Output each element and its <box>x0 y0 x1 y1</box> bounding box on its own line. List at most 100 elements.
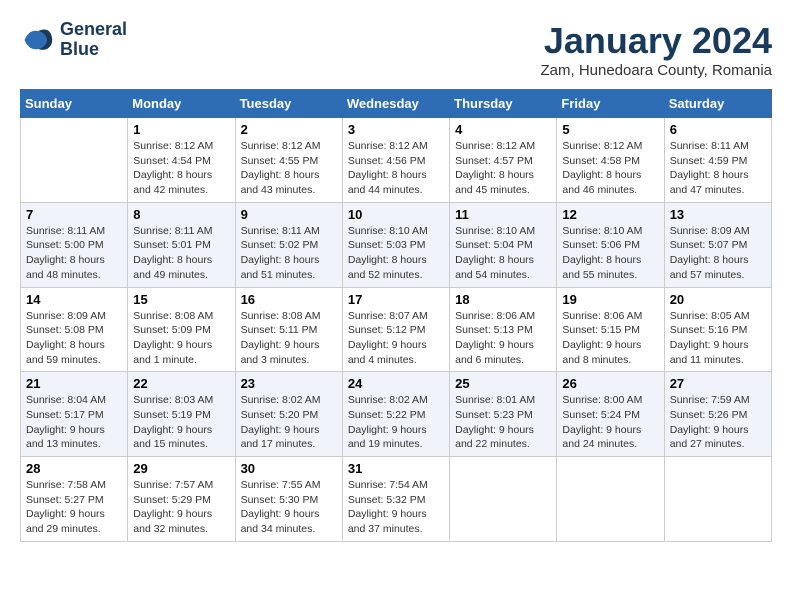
day-info: Sunrise: 8:12 AMSunset: 4:56 PMDaylight:… <box>348 139 444 198</box>
page-header: General Blue January 2024 Zam, Hunedoara… <box>20 20 772 79</box>
calendar-cell: 14Sunrise: 8:09 AMSunset: 5:08 PMDayligh… <box>21 287 128 372</box>
calendar-cell <box>450 457 557 542</box>
calendar-cell: 11 Sunrise: 8:10 AMSunset: 5:04 PMDayligh… <box>450 202 557 287</box>
calendar-cell: 26 Sunrise: 8:00 AMSunset: 5:24 PMDayligh… <box>557 372 664 457</box>
calendar-cell: 19 Sunrise: 8:06 AMSunset: 5:15 PMDayligh… <box>557 287 664 372</box>
calendar-cell: 10Sunrise: 8:10 AMSunset: 5:03 PMDayligh… <box>342 202 449 287</box>
logo: General Blue <box>20 20 127 60</box>
calendar-cell: 31 Sunrise: 7:54 AMSunset: 5:32 PMDayligh… <box>342 457 449 542</box>
day-info: Sunrise: 8:08 AMSunset: 5:11 PMDaylight:… <box>241 309 337 368</box>
day-number: 19 <box>562 292 658 307</box>
logo-text-block: General Blue <box>60 20 127 60</box>
day-info: Sunrise: 8:12 AMSunset: 4:55 PMDaylight:… <box>241 139 337 198</box>
day-number: 11 <box>455 207 551 222</box>
weekday-header-sunday: Sunday <box>21 90 128 118</box>
calendar-cell: 2 Sunrise: 8:12 AMSunset: 4:55 PMDaylight… <box>235 118 342 203</box>
day-number: 20 <box>670 292 766 307</box>
day-info: Sunrise: 8:01 AMSunset: 5:23 PMDaylight:… <box>455 393 551 452</box>
calendar-cell: 12 Sunrise: 8:10 AMSunset: 5:06 PMDayligh… <box>557 202 664 287</box>
calendar-cell: 18Sunrise: 8:06 AMSunset: 5:13 PMDayligh… <box>450 287 557 372</box>
calendar-cell: 7Sunrise: 8:11 AMSunset: 5:00 PMDaylight… <box>21 202 128 287</box>
day-info: Sunrise: 7:54 AMSunset: 5:32 PMDaylight:… <box>348 478 444 537</box>
day-number: 6 <box>670 122 766 137</box>
weekday-header-thursday: Thursday <box>450 90 557 118</box>
day-info: Sunrise: 8:02 AMSunset: 5:20 PMDaylight:… <box>241 393 337 452</box>
calendar-cell <box>664 457 771 542</box>
day-info: Sunrise: 8:04 AMSunset: 5:17 PMDaylight:… <box>26 393 122 452</box>
day-info: Sunrise: 7:58 AMSunset: 5:27 PMDaylight:… <box>26 478 122 537</box>
day-info: Sunrise: 7:59 AMSunset: 5:26 PMDaylight:… <box>670 393 766 452</box>
calendar-cell: 1Sunrise: 8:12 AMSunset: 4:54 PMDaylight… <box>128 118 235 203</box>
day-info: Sunrise: 8:11 AMSunset: 5:02 PMDaylight:… <box>241 224 337 283</box>
day-info: Sunrise: 8:05 AMSunset: 5:16 PMDaylight:… <box>670 309 766 368</box>
day-number: 3 <box>348 122 444 137</box>
day-info: Sunrise: 8:08 AMSunset: 5:09 PMDaylight:… <box>133 309 229 368</box>
calendar-cell: 8 Sunrise: 8:11 AMSunset: 5:01 PMDaylight… <box>128 202 235 287</box>
calendar-cell: 6Sunrise: 8:11 AMSunset: 4:59 PMDaylight… <box>664 118 771 203</box>
day-number: 4 <box>455 122 551 137</box>
subtitle: Zam, Hunedoara County, Romania <box>540 62 772 79</box>
day-number: 15 <box>133 292 229 307</box>
logo-line2: Blue <box>60 40 127 60</box>
calendar-cell: 3 Sunrise: 8:12 AMSunset: 4:56 PMDaylight… <box>342 118 449 203</box>
calendar-cell: 27 Sunrise: 7:59 AMSunset: 5:26 PMDayligh… <box>664 372 771 457</box>
day-info: Sunrise: 8:12 AMSunset: 4:57 PMDaylight:… <box>455 139 551 198</box>
calendar-cell: 20 Sunrise: 8:05 AMSunset: 5:16 PMDayligh… <box>664 287 771 372</box>
day-number: 10 <box>348 207 444 222</box>
day-number: 24 <box>348 376 444 391</box>
title-block: January 2024 Zam, Hunedoara County, Roma… <box>540 20 772 79</box>
day-number: 16 <box>241 292 337 307</box>
calendar-cell: 21Sunrise: 8:04 AMSunset: 5:17 PMDayligh… <box>21 372 128 457</box>
calendar-cell: 28 Sunrise: 7:58 AMSunset: 5:27 PMDayligh… <box>21 457 128 542</box>
day-number: 1 <box>133 122 229 137</box>
weekday-header-tuesday: Tuesday <box>235 90 342 118</box>
day-info: Sunrise: 8:10 AMSunset: 5:06 PMDaylight:… <box>562 224 658 283</box>
day-info: Sunrise: 8:03 AMSunset: 5:19 PMDaylight:… <box>133 393 229 452</box>
calendar-cell <box>21 118 128 203</box>
day-number: 12 <box>562 207 658 222</box>
day-number: 14 <box>26 292 122 307</box>
day-number: 8 <box>133 207 229 222</box>
calendar-cell: 30 Sunrise: 7:55 AMSunset: 5:30 PMDayligh… <box>235 457 342 542</box>
calendar-cell: 22Sunrise: 8:03 AMSunset: 5:19 PMDayligh… <box>128 372 235 457</box>
day-number: 5 <box>562 122 658 137</box>
day-info: Sunrise: 8:06 AMSunset: 5:13 PMDaylight:… <box>455 309 551 368</box>
logo-line1: General <box>60 20 127 40</box>
calendar-cell: 23Sunrise: 8:02 AMSunset: 5:20 PMDayligh… <box>235 372 342 457</box>
day-number: 30 <box>241 461 337 476</box>
day-info: Sunrise: 8:00 AMSunset: 5:24 PMDaylight:… <box>562 393 658 452</box>
day-number: 17 <box>348 292 444 307</box>
day-info: Sunrise: 8:09 AMSunset: 5:07 PMDaylight:… <box>670 224 766 283</box>
calendar-week-row: 7Sunrise: 8:11 AMSunset: 5:00 PMDaylight… <box>21 202 772 287</box>
day-number: 28 <box>26 461 122 476</box>
day-number: 27 <box>670 376 766 391</box>
weekday-header-monday: Monday <box>128 90 235 118</box>
calendar-week-row: 14Sunrise: 8:09 AMSunset: 5:08 PMDayligh… <box>21 287 772 372</box>
day-info: Sunrise: 8:11 AMSunset: 5:00 PMDaylight:… <box>26 224 122 283</box>
calendar-week-row: 21Sunrise: 8:04 AMSunset: 5:17 PMDayligh… <box>21 372 772 457</box>
day-info: Sunrise: 8:06 AMSunset: 5:15 PMDaylight:… <box>562 309 658 368</box>
calendar-cell: 13 Sunrise: 8:09 AMSunset: 5:07 PMDayligh… <box>664 202 771 287</box>
day-number: 26 <box>562 376 658 391</box>
calendar-cell: 4 Sunrise: 8:12 AMSunset: 4:57 PMDaylight… <box>450 118 557 203</box>
weekday-header-row: SundayMondayTuesdayWednesdayThursdayFrid… <box>21 90 772 118</box>
calendar-table: SundayMondayTuesdayWednesdayThursdayFrid… <box>20 89 772 542</box>
day-info: Sunrise: 8:10 AMSunset: 5:04 PMDaylight:… <box>455 224 551 283</box>
calendar-cell: 15 Sunrise: 8:08 AMSunset: 5:09 PMDayligh… <box>128 287 235 372</box>
day-number: 13 <box>670 207 766 222</box>
day-info: Sunrise: 8:07 AMSunset: 5:12 PMDaylight:… <box>348 309 444 368</box>
calendar-cell: 25Sunrise: 8:01 AMSunset: 5:23 PMDayligh… <box>450 372 557 457</box>
weekday-header-saturday: Saturday <box>664 90 771 118</box>
day-number: 9 <box>241 207 337 222</box>
calendar-cell: 16 Sunrise: 8:08 AMSunset: 5:11 PMDayligh… <box>235 287 342 372</box>
day-info: Sunrise: 8:11 AMSunset: 5:01 PMDaylight:… <box>133 224 229 283</box>
calendar-cell <box>557 457 664 542</box>
day-info: Sunrise: 7:55 AMSunset: 5:30 PMDaylight:… <box>241 478 337 537</box>
weekday-header-friday: Friday <box>557 90 664 118</box>
day-number: 2 <box>241 122 337 137</box>
calendar-cell: 9 Sunrise: 8:11 AMSunset: 5:02 PMDaylight… <box>235 202 342 287</box>
day-info: Sunrise: 8:12 AMSunset: 4:58 PMDaylight:… <box>562 139 658 198</box>
calendar-cell: 5 Sunrise: 8:12 AMSunset: 4:58 PMDaylight… <box>557 118 664 203</box>
logo-icon <box>20 22 56 58</box>
day-number: 31 <box>348 461 444 476</box>
